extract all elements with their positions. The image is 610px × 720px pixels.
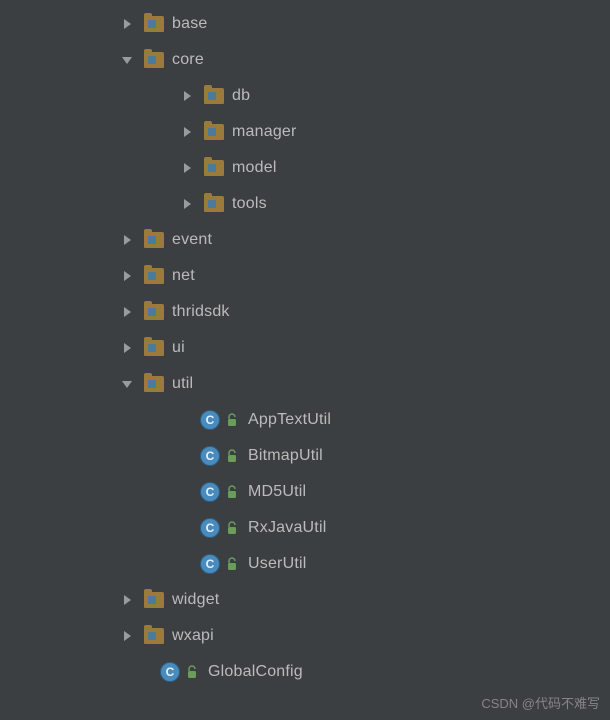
- package-folder-icon: [204, 196, 224, 212]
- chevron-right-icon[interactable]: [120, 305, 134, 319]
- chevron-down-icon[interactable]: [120, 377, 134, 391]
- package-folder-icon: [144, 268, 164, 284]
- folder-label: manager: [232, 123, 297, 141]
- tree-row[interactable]: C AppTextUtil: [0, 402, 610, 438]
- java-class-icon: C: [200, 518, 220, 538]
- tree-row[interactable]: wxapi: [0, 618, 610, 654]
- java-class-icon: C: [160, 662, 180, 682]
- project-tree[interactable]: base core db manager model tools event net thrid…: [0, 6, 610, 690]
- chevron-right-icon[interactable]: [120, 17, 134, 31]
- folder-label: wxapi: [172, 627, 214, 645]
- java-class-icon: C: [200, 410, 220, 430]
- folder-label: model: [232, 159, 277, 177]
- package-folder-icon: [144, 304, 164, 320]
- tree-row[interactable]: thridsdk: [0, 294, 610, 330]
- chevron-right-icon[interactable]: [180, 161, 194, 175]
- chevron-right-icon[interactable]: [120, 269, 134, 283]
- watermark-text: CSDN @代码不难写: [481, 693, 600, 712]
- chevron-right-icon[interactable]: [120, 593, 134, 607]
- tree-row[interactable]: db: [0, 78, 610, 114]
- folder-label: base: [172, 15, 208, 33]
- lock-icon: [226, 521, 240, 535]
- chevron-right-icon[interactable]: [120, 629, 134, 643]
- folder-label: widget: [172, 591, 219, 609]
- class-label: MD5Util: [248, 483, 306, 501]
- lock-icon: [186, 665, 200, 679]
- package-folder-icon: [144, 340, 164, 356]
- lock-icon: [226, 485, 240, 499]
- class-label: AppTextUtil: [248, 411, 331, 429]
- lock-icon: [226, 449, 240, 463]
- folder-label: ui: [172, 339, 185, 357]
- chevron-down-icon[interactable]: [120, 53, 134, 67]
- tree-row[interactable]: C GlobalConfig: [0, 654, 610, 690]
- package-folder-icon: [204, 160, 224, 176]
- class-label: UserUtil: [248, 555, 307, 573]
- tree-row[interactable]: C MD5Util: [0, 474, 610, 510]
- java-class-icon: C: [200, 554, 220, 574]
- class-label: RxJavaUtil: [248, 519, 326, 537]
- lock-icon: [226, 557, 240, 571]
- package-folder-icon: [144, 232, 164, 248]
- package-folder-icon: [204, 124, 224, 140]
- tree-row[interactable]: base: [0, 6, 610, 42]
- tree-row[interactable]: manager: [0, 114, 610, 150]
- tree-row[interactable]: event: [0, 222, 610, 258]
- folder-label: thridsdk: [172, 303, 230, 321]
- class-label: BitmapUtil: [248, 447, 323, 465]
- java-class-icon: C: [200, 482, 220, 502]
- folder-label: tools: [232, 195, 267, 213]
- tree-row[interactable]: ui: [0, 330, 610, 366]
- chevron-right-icon[interactable]: [120, 341, 134, 355]
- tree-row[interactable]: tools: [0, 186, 610, 222]
- java-class-icon: C: [200, 446, 220, 466]
- tree-row[interactable]: widget: [0, 582, 610, 618]
- chevron-right-icon[interactable]: [180, 89, 194, 103]
- tree-row[interactable]: C BitmapUtil: [0, 438, 610, 474]
- package-folder-icon: [144, 592, 164, 608]
- tree-row[interactable]: C RxJavaUtil: [0, 510, 610, 546]
- package-folder-icon: [204, 88, 224, 104]
- tree-row[interactable]: model: [0, 150, 610, 186]
- chevron-right-icon[interactable]: [180, 197, 194, 211]
- package-folder-icon: [144, 376, 164, 392]
- package-folder-icon: [144, 16, 164, 32]
- lock-icon: [226, 413, 240, 427]
- package-folder-icon: [144, 52, 164, 68]
- class-label: GlobalConfig: [208, 663, 303, 681]
- folder-label: db: [232, 87, 250, 105]
- tree-row[interactable]: C UserUtil: [0, 546, 610, 582]
- tree-row[interactable]: net: [0, 258, 610, 294]
- tree-row[interactable]: core: [0, 42, 610, 78]
- tree-row[interactable]: util: [0, 366, 610, 402]
- folder-label: event: [172, 231, 212, 249]
- package-folder-icon: [144, 628, 164, 644]
- folder-label: util: [172, 375, 193, 393]
- folder-label: core: [172, 51, 204, 69]
- folder-label: net: [172, 267, 195, 285]
- chevron-right-icon[interactable]: [180, 125, 194, 139]
- chevron-right-icon[interactable]: [120, 233, 134, 247]
